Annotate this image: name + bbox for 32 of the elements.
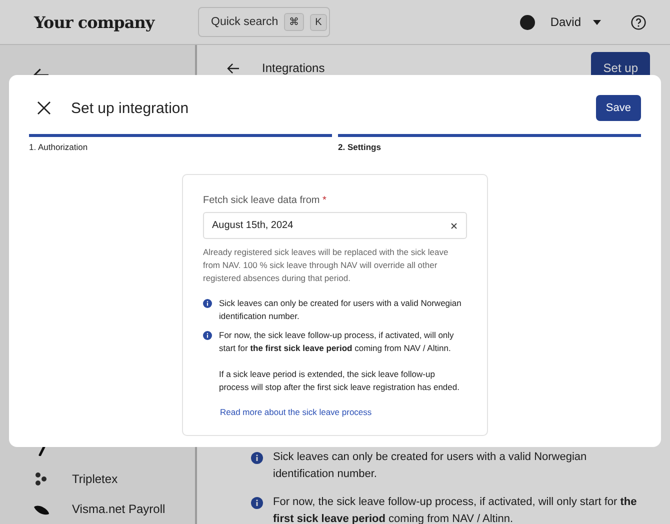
info-icon xyxy=(203,299,212,308)
info-icon xyxy=(251,497,263,509)
field-label: Fetch sick leave data from xyxy=(203,195,320,206)
dots-icon xyxy=(34,472,48,486)
page-title: Integrations xyxy=(262,61,326,75)
shortcut-key: ⌘ xyxy=(284,13,304,31)
user-name[interactable]: David xyxy=(550,15,581,29)
help-icon[interactable] xyxy=(631,14,646,30)
info-text: Sick leaves can only be created for users with a valid Norwegian identification number. xyxy=(219,297,462,323)
help-text: Already registered sick leaves will be replaced with the sick leave from NAV. 100 % sick leave through NAV will override all other registered absences during that period. xyxy=(203,246,450,285)
clear-icon[interactable] xyxy=(450,222,458,230)
shortcut-key: K xyxy=(310,14,327,30)
caret-icon[interactable] xyxy=(593,20,601,24)
avatar[interactable] xyxy=(520,14,536,30)
save-button[interactable]: Save xyxy=(596,95,641,121)
step-tab[interactable]: 1. Authorization xyxy=(29,134,332,152)
company-logo: Your company xyxy=(34,12,156,32)
dialog-title: Set up integration xyxy=(71,100,190,116)
info-text: If a sick leave period is extended, the sick leave follow-up process will stop after the first sick leave registration has ended. xyxy=(219,368,460,394)
sidebar-item[interactable]: Visma.net Payroll xyxy=(72,502,166,516)
back-arrow-icon[interactable] xyxy=(227,62,240,74)
info-text: Sick leaves can only be created for users with a valid Norwegian identification number. xyxy=(273,450,588,482)
info-text: For now, the sick leave follow-up process, if activated, will only start for the first sick leave period coming from NAV / Altinn. xyxy=(273,495,638,524)
sidebar-item[interactable]: Tripletex xyxy=(72,472,118,486)
read-more-link[interactable]: Read more about the sick leave process xyxy=(203,407,467,417)
info-icon xyxy=(251,452,263,464)
required-mark: * xyxy=(322,195,326,206)
step-tab[interactable]: 2. Settings xyxy=(338,134,641,152)
search-field[interactable]: Quick search ⌘ K xyxy=(198,7,330,37)
date-field[interactable]: August 15th, 2024 xyxy=(203,212,467,239)
info-text: For now, the sick leave follow-up process, if activated, will only start for the first sick leave period coming from NAV / Altinn. xyxy=(219,329,455,355)
info-icon xyxy=(203,331,212,340)
